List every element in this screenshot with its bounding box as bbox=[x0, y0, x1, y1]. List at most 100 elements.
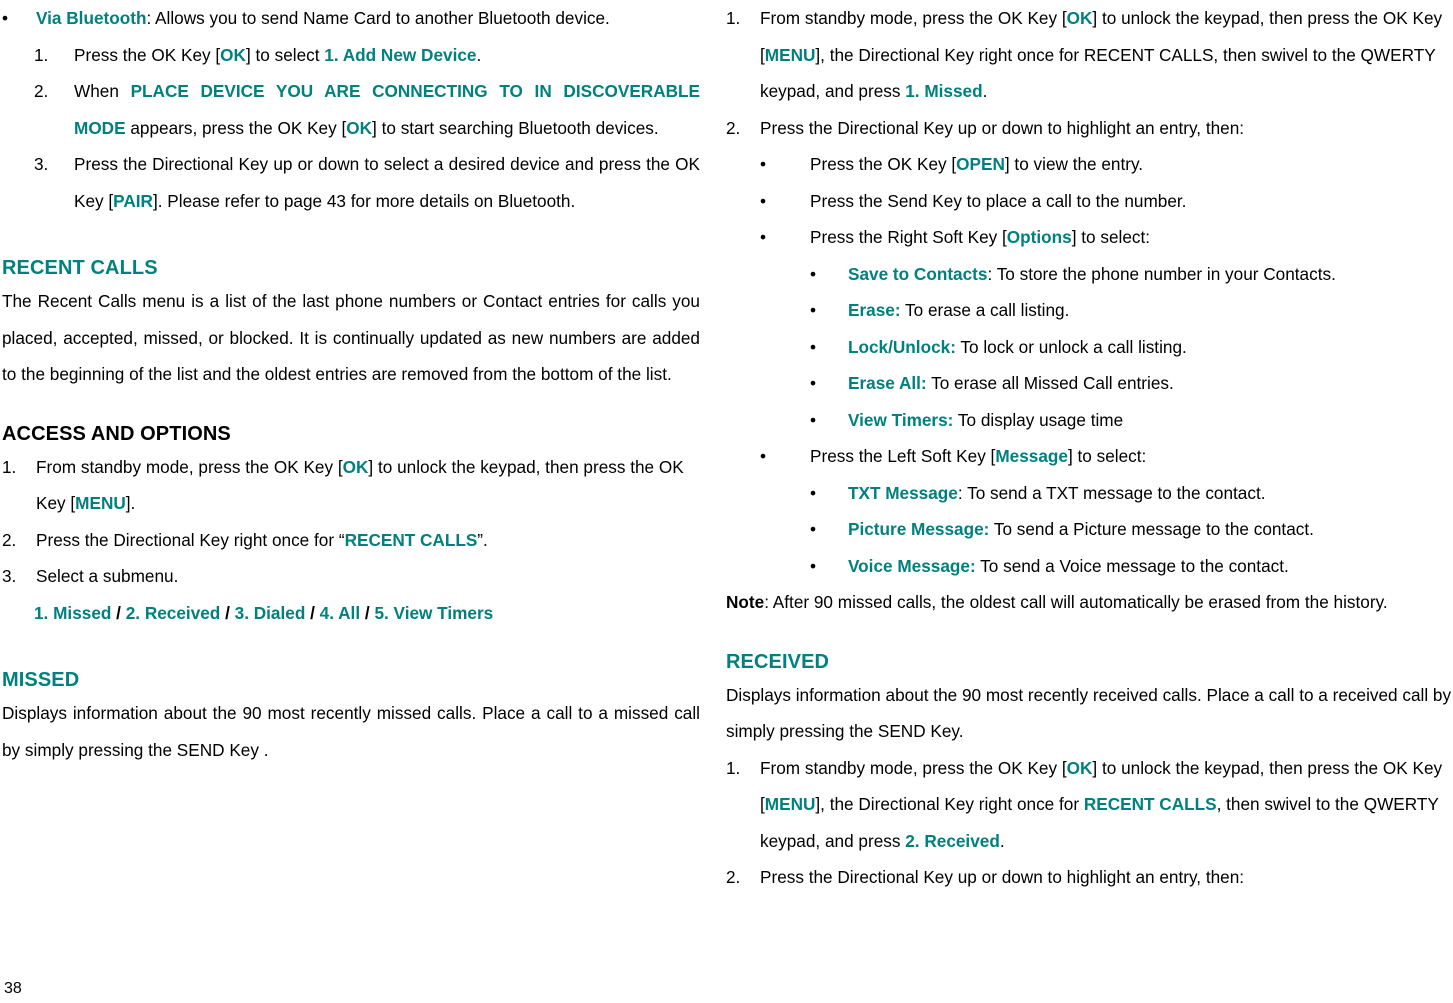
term-via-bluetooth: Via Bluetooth bbox=[36, 8, 147, 28]
m1-post: . bbox=[982, 81, 988, 101]
step-text: From standby mode, press the OK Key [OK]… bbox=[36, 449, 700, 522]
bullet-marker: • bbox=[810, 519, 817, 539]
target-1-missed: 1. Missed bbox=[905, 81, 983, 101]
step1-pre: Press the OK Key [ bbox=[74, 44, 221, 65]
message-term: Voice Message: bbox=[848, 555, 976, 576]
bullet-marker: • bbox=[760, 446, 767, 466]
step-marker: 1. bbox=[2, 456, 17, 477]
bullet-marker: • bbox=[2, 8, 9, 28]
missed-bullet-options: • Press the Right Soft Key [Options] to … bbox=[726, 219, 1453, 256]
bullet-via-bluetooth: • Via Bluetooth: Allows you to send Name… bbox=[2, 0, 700, 37]
step-marker: 2. bbox=[726, 117, 741, 138]
step-text: From standby mode, press the OK Key [OK]… bbox=[760, 750, 1453, 860]
option-term: View Timers: bbox=[848, 409, 954, 430]
option-term: Erase All: bbox=[848, 373, 927, 393]
step2-post: ] to start searching Bluetooth devices. bbox=[372, 117, 659, 138]
key-menu: MENU bbox=[764, 794, 816, 814]
target-2-received: 2. Received bbox=[905, 830, 1000, 851]
manual-page: • Via Bluetooth: Allows you to send Name… bbox=[0, 0, 1453, 1003]
paragraph-recent-calls: The Recent Calls menu is a list of the l… bbox=[2, 291, 700, 384]
bullet-marker: • bbox=[810, 409, 817, 430]
submenu-separator: / bbox=[111, 602, 126, 623]
step-text: Press the OK Key [OK] to select 1. Add N… bbox=[74, 37, 700, 74]
missed-step-1: 1. From standby mode, press the OK Key [… bbox=[726, 0, 1453, 110]
key-ok: OK bbox=[220, 44, 246, 65]
step-marker: 2. bbox=[2, 529, 17, 550]
bullet-marker: • bbox=[810, 263, 817, 284]
message-text: TXT Message: To send a TXT message to th… bbox=[848, 475, 1453, 512]
b1-post: ] to view the entry. bbox=[1004, 154, 1144, 174]
bluetooth-step-3: 3. Press the Directional Key up or down … bbox=[2, 146, 700, 219]
option-save-to-contacts: • Save to Contacts: To store the phone n… bbox=[726, 256, 1453, 293]
term-via-bluetooth-rest: : Allows you to send Name Card to anothe… bbox=[146, 8, 610, 28]
option-term: Lock/Unlock: bbox=[848, 336, 956, 357]
bullet-text: Press the Left Soft Key [Message] to sel… bbox=[810, 438, 1453, 475]
step2-pre: When bbox=[74, 81, 131, 101]
r1-pre: From standby mode, press the OK Key [ bbox=[760, 757, 1067, 778]
heading-access-and-options: ACCESS AND OPTIONS bbox=[2, 422, 231, 445]
missed-bullet-open: • Press the OK Key [OPEN] to view the en… bbox=[726, 146, 1453, 183]
bullet-text: Press the Send Key to place a call to th… bbox=[810, 190, 1187, 211]
step-marker: 3. bbox=[34, 154, 49, 174]
step-text: Press the Directional Key right once for… bbox=[36, 522, 700, 559]
message-term: Picture Message: bbox=[848, 519, 990, 539]
missed-step-2: 2. Press the Directional Key up or down … bbox=[726, 110, 1453, 147]
message-item-picture: • Picture Message: To send a Picture mes… bbox=[726, 511, 1453, 548]
msg-post: ] to select: bbox=[1067, 446, 1147, 466]
key-ok: OK bbox=[346, 117, 373, 138]
message-item-txt: • TXT Message: To send a TXT message to … bbox=[726, 475, 1453, 512]
key-message: Message bbox=[995, 446, 1068, 466]
submenu-separator: / bbox=[305, 602, 320, 623]
bullet-text: Via Bluetooth: Allows you to send Name C… bbox=[36, 0, 700, 37]
heading-missed: MISSED bbox=[2, 669, 80, 691]
step-marker: 1. bbox=[34, 44, 49, 65]
submenu-list: 1. Missed / 2. Received / 3. Dialed / 4.… bbox=[2, 595, 700, 632]
option-text: Save to Contacts: To store the phone num… bbox=[848, 256, 1453, 293]
step-text: Press the Directional Key up or down to … bbox=[760, 867, 1245, 887]
b1-pre: Press the OK Key [ bbox=[810, 154, 957, 174]
bluetooth-step-1: 1. Press the OK Key [OK] to select 1. Ad… bbox=[2, 37, 700, 74]
received-step-1: 1. From standby mode, press the OK Key [… bbox=[726, 750, 1453, 860]
option-erase: • Erase: To erase a call listing. bbox=[726, 292, 1453, 329]
note-text: : After 90 missed calls, the oldest call… bbox=[764, 592, 1388, 612]
target-add-new-device: 1. Add New Device bbox=[324, 44, 477, 65]
key-pair: PAIR bbox=[113, 190, 153, 211]
submenu-item-missed[interactable]: 1. Missed bbox=[34, 603, 111, 623]
missed-bullet-message: • Press the Left Soft Key [Message] to s… bbox=[726, 438, 1453, 475]
m1-pre: From standby mode, press the OK Key [ bbox=[760, 8, 1067, 28]
key-menu: MENU bbox=[75, 493, 126, 513]
b3-post: ] to select: bbox=[1071, 227, 1151, 247]
option-desc: : To store the phone number in your Cont… bbox=[987, 263, 1336, 284]
m1-mid2: ], the Directional Key right once for RE… bbox=[760, 44, 1436, 102]
option-lock-unlock: • Lock/Unlock: To lock or unlock a call … bbox=[726, 329, 1453, 366]
paragraph-missed: Displays information about the 90 most r… bbox=[2, 703, 700, 760]
a2-pre: Press the Directional Key right once for… bbox=[36, 529, 345, 550]
access-step-3: 3. Select a submenu. bbox=[2, 558, 700, 595]
submenu-item-view-timers[interactable]: 5. View Timers bbox=[374, 603, 493, 623]
step-text: Select a submenu. bbox=[36, 566, 179, 586]
message-desc: : To send a TXT message to the contact. bbox=[957, 482, 1266, 503]
option-desc: To display usage time bbox=[953, 409, 1124, 430]
step-text: From standby mode, press the OK Key [OK]… bbox=[760, 0, 1453, 110]
bullet-marker: • bbox=[810, 336, 817, 357]
bullet-marker: • bbox=[760, 154, 767, 174]
message-desc: To send a Picture message to the contact… bbox=[989, 519, 1314, 539]
submenu-item-all[interactable]: 4. All bbox=[320, 603, 360, 623]
message-term: TXT Message bbox=[848, 482, 958, 503]
left-column: • Via Bluetooth: Allows you to send Name… bbox=[0, 0, 700, 768]
submenu-item-dialed[interactable]: 3. Dialed bbox=[235, 603, 306, 623]
step1-mid: ] to select bbox=[245, 44, 325, 65]
option-desc: To erase a call listing. bbox=[900, 300, 1070, 320]
key-ok: OK bbox=[1066, 757, 1093, 778]
option-term: Erase: bbox=[848, 300, 901, 320]
missed-bullet-send: • Press the Send Key to place a call to … bbox=[726, 183, 1453, 220]
submenu-item-received[interactable]: 2. Received bbox=[126, 603, 221, 623]
bullet-marker: • bbox=[810, 373, 817, 393]
r1-mid2: ], the Directional Key right once for bbox=[815, 794, 1084, 814]
option-text: Erase All: To erase all Missed Call entr… bbox=[848, 365, 1453, 402]
step-marker: 1. bbox=[726, 757, 741, 778]
target-recent-calls: RECENT CALLS bbox=[344, 529, 478, 550]
